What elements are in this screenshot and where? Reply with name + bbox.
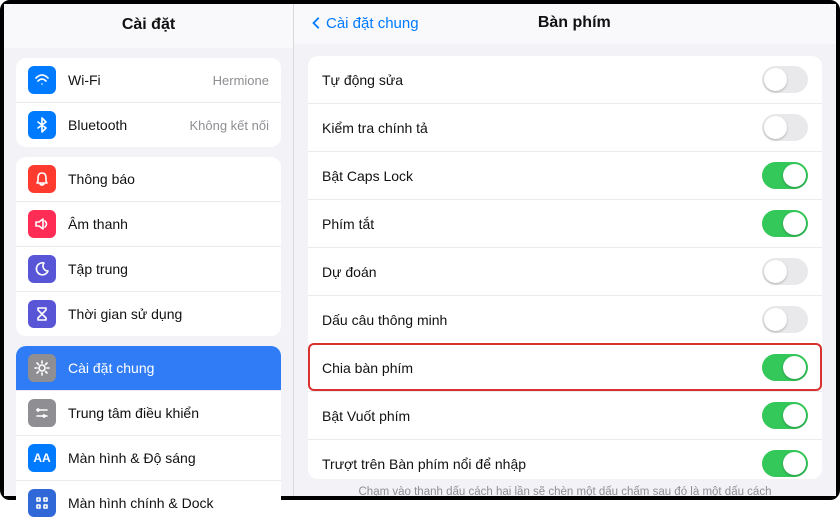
sidebar: Cài đặt Wi-FiHermioneBluetoothKhông kết …: [4, 4, 294, 496]
toggle-knob: [783, 404, 806, 427]
setting-label: Bật Caps Lock: [322, 168, 762, 184]
toggle-knob: [764, 68, 787, 91]
toggle-spellcheck[interactable]: [762, 114, 808, 141]
toggle-autocorrect[interactable]: [762, 66, 808, 93]
setting-label: Dấu câu thông minh: [322, 312, 762, 328]
toggle-knob: [783, 212, 806, 235]
main-title: Bàn phím: [419, 14, 820, 32]
setting-label: Kiểm tra chính tả: [322, 120, 762, 136]
sidebar-item-bluetooth[interactable]: BluetoothKhông kết nối: [16, 102, 281, 147]
toggle-knob: [764, 308, 787, 331]
aa-icon: AA: [28, 444, 56, 472]
toggle-knob: [783, 164, 806, 187]
setting-row-autocorrect: Tự động sửa: [308, 56, 822, 103]
sidebar-item-label: Màn hình & Độ sáng: [68, 450, 269, 466]
moon-icon: [28, 255, 56, 283]
bluetooth-icon: [28, 111, 56, 139]
back-label: Cài đặt chung: [326, 15, 419, 32]
settings-list: Tự động sửa Kiểm tra chính tả Bật Caps Loc…: [308, 56, 822, 479]
bell-icon: [28, 165, 56, 193]
wifi-icon: [28, 66, 56, 94]
sidebar-group: Thông báo Âm thanh Tập trung Thời gian sử d…: [16, 157, 281, 336]
sidebar-item-control[interactable]: Trung tâm điều khiển: [16, 390, 281, 435]
toggle-splitkb[interactable]: [762, 354, 808, 381]
sidebar-item-status: Hermione: [213, 73, 269, 88]
setting-row-shortcut: Phím tắt: [308, 199, 822, 247]
sidebar-item-label: Âm thanh: [68, 216, 269, 232]
toggle-capslock[interactable]: [762, 162, 808, 189]
settings-app: Cài đặt Wi-FiHermioneBluetoothKhông kết …: [4, 4, 836, 496]
setting-label: Tự động sửa: [322, 72, 762, 88]
setting-row-swipekey: Bật Vuốt phím: [308, 391, 822, 439]
setting-label: Dự đoán: [322, 264, 762, 280]
hourglass-icon: [28, 300, 56, 328]
sidebar-item-label: Bluetooth: [68, 117, 189, 133]
toggle-predict[interactable]: [762, 258, 808, 285]
sidebar-item-label: Tập trung: [68, 261, 269, 277]
setting-row-capslock: Bật Caps Lock: [308, 151, 822, 199]
speaker-icon: [28, 210, 56, 238]
main-header: Cài đặt chung Bàn phím: [294, 4, 836, 44]
main-panel: Cài đặt chung Bàn phím Tự động sửa Kiểm t…: [294, 4, 836, 496]
setting-row-spellcheck: Kiểm tra chính tả: [308, 103, 822, 151]
toggle-slidefloat[interactable]: [762, 450, 808, 477]
sidebar-item-label: Trung tâm điều khiển: [68, 405, 269, 421]
toggle-smartpunc[interactable]: [762, 306, 808, 333]
toggle-swipekey[interactable]: [762, 402, 808, 429]
sidebar-item-status: Không kết nối: [189, 118, 269, 133]
sidebar-item-home[interactable]: Màn hình chính & Dock: [16, 480, 281, 525]
toggle-knob: [764, 260, 787, 283]
grid-icon: [28, 489, 56, 517]
toggle-shortcut[interactable]: [762, 210, 808, 237]
setting-label: Chia bàn phím: [322, 360, 762, 376]
sidebar-item-label: Cài đặt chung: [68, 360, 269, 376]
sidebar-title: Cài đặt: [4, 4, 293, 48]
toggle-knob: [783, 356, 806, 379]
setting-row-predict: Dự đoán: [308, 247, 822, 295]
toggle-knob: [783, 452, 806, 475]
switches-icon: [28, 399, 56, 427]
sidebar-item-general[interactable]: Cài đặt chung: [16, 346, 281, 390]
chevron-left-icon: [310, 16, 324, 30]
setting-label: Bật Vuốt phím: [322, 408, 762, 424]
sidebar-item-notifications[interactable]: Thông báo: [16, 157, 281, 201]
sidebar-item-label: Thông báo: [68, 171, 269, 187]
setting-row-slidefloat: Trượt trên Bàn phím nổi để nhập: [308, 439, 822, 479]
gear-icon: [28, 354, 56, 382]
toggle-knob: [764, 116, 787, 139]
sidebar-item-label: Màn hình chính & Dock: [68, 495, 269, 511]
back-button[interactable]: Cài đặt chung: [310, 15, 419, 32]
sidebar-group: Wi-FiHermioneBluetoothKhông kết nối: [16, 58, 281, 147]
setting-row-smartpunc: Dấu câu thông minh: [308, 295, 822, 343]
sidebar-item-label: Thời gian sử dụng: [68, 306, 269, 322]
sidebar-item-wifi[interactable]: Wi-FiHermione: [16, 58, 281, 102]
sidebar-group: Cài đặt chung Trung tâm điều khiển AA Màn h…: [16, 346, 281, 525]
sidebar-item-display[interactable]: AA Màn hình & Độ sáng: [16, 435, 281, 480]
setting-row-splitkb: Chia bàn phím: [308, 343, 822, 391]
sidebar-groups: Wi-FiHermioneBluetoothKhông kết nốiThông…: [4, 48, 293, 525]
sidebar-item-label: Wi-Fi: [68, 72, 213, 88]
sidebar-item-screentime[interactable]: Thời gian sử dụng: [16, 291, 281, 336]
footnote: Chạm vào thanh dấu cách hai lần sẽ chèn …: [294, 479, 836, 496]
setting-label: Trượt trên Bàn phím nổi để nhập: [322, 456, 762, 472]
setting-label: Phím tắt: [322, 216, 762, 232]
sidebar-item-focus[interactable]: Tập trung: [16, 246, 281, 291]
sidebar-item-sounds[interactable]: Âm thanh: [16, 201, 281, 246]
